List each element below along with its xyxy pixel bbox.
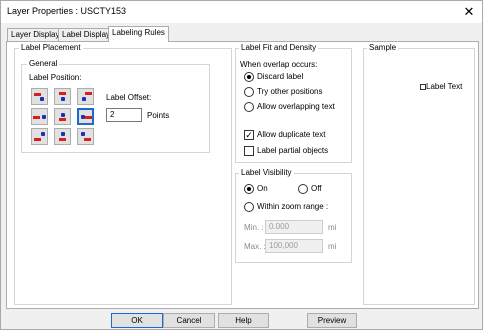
preview-button[interactable]: Preview: [307, 313, 357, 328]
label-marker-icon: [33, 116, 40, 119]
min-zoom-input[interactable]: 0.000: [265, 220, 323, 234]
label-marker-icon: [59, 138, 66, 141]
point-marker-icon: [61, 97, 65, 101]
point-marker-icon: [40, 97, 44, 101]
label-visibility-heading: Label Visibility: [239, 168, 294, 178]
allow-duplicate-checkbox[interactable]: ✓: [244, 130, 254, 140]
offset-unit-label: Points: [147, 111, 170, 120]
position-bottom-right-button[interactable]: [77, 128, 94, 145]
discard-label-text: Discard label: [257, 72, 304, 81]
layer-properties-dialog: Layer Properties : USCTY153 ✕ Layer Disp…: [0, 0, 483, 330]
tab-labeling-rules[interactable]: Labeling Rules: [108, 26, 169, 42]
min-unit-label: mi: [328, 223, 337, 232]
tab-label-display[interactable]: Label Display: [58, 28, 115, 41]
allow-overlapping-text: Allow overlapping text: [257, 102, 335, 111]
label-placement-heading: Label Placement: [19, 43, 83, 53]
overlap-caption: When overlap occurs:: [240, 60, 318, 69]
try-other-positions-text: Try other positions: [257, 87, 323, 96]
visibility-on-text: On: [257, 184, 268, 193]
visibility-on-radio[interactable]: [244, 184, 254, 194]
label-marker-icon: [85, 92, 92, 95]
label-offset-caption: Label Offset:: [106, 93, 152, 102]
label-fit-density-heading: Label Fit and Density: [239, 43, 319, 53]
label-offset-input[interactable]: 2: [106, 108, 142, 122]
position-top-left-button[interactable]: [31, 88, 48, 105]
point-marker-icon: [61, 132, 65, 136]
within-zoom-range-radio[interactable]: [244, 202, 254, 212]
position-top-center-button[interactable]: [54, 88, 71, 105]
point-marker-icon: [41, 132, 45, 136]
window-title: Layer Properties : USCTY153: [7, 6, 127, 16]
within-zoom-range-text: Within zoom range :: [257, 202, 329, 211]
sample-heading: Sample: [367, 43, 399, 53]
point-marker-icon: [61, 113, 65, 117]
ok-button[interactable]: OK: [111, 313, 163, 328]
max-zoom-input[interactable]: 100,000: [265, 239, 323, 253]
title-bar: Layer Properties : USCTY153 ✕: [1, 1, 482, 23]
discard-label-radio[interactable]: [244, 72, 254, 82]
min-caption: Min. :: [244, 223, 264, 232]
visibility-off-radio[interactable]: [298, 184, 308, 194]
tab-panel: Label Placement General Label Position:: [6, 41, 479, 309]
position-center-button[interactable]: [54, 108, 71, 125]
help-button[interactable]: Help: [218, 313, 269, 328]
tab-layer-display[interactable]: Layer Display: [7, 28, 64, 41]
max-caption: Max. :: [244, 242, 266, 251]
try-other-positions-radio[interactable]: [244, 87, 254, 97]
position-left-button[interactable]: [31, 108, 48, 125]
cancel-button[interactable]: Cancel: [163, 313, 215, 328]
label-partial-checkbox[interactable]: [244, 146, 254, 156]
position-bottom-center-button[interactable]: [54, 128, 71, 145]
position-top-right-button[interactable]: [77, 88, 94, 105]
position-right-button[interactable]: [77, 108, 94, 125]
label-marker-icon: [34, 93, 41, 96]
label-partial-text: Label partial objects: [257, 146, 329, 155]
label-marker-icon: [85, 116, 92, 119]
general-heading: General: [27, 59, 60, 69]
label-marker-icon: [59, 118, 66, 121]
point-marker-icon: [82, 97, 86, 101]
point-marker-icon: [42, 115, 46, 119]
visibility-off-text: Off: [311, 184, 322, 193]
label-marker-icon: [59, 92, 66, 95]
label-marker-icon: [84, 138, 91, 141]
close-icon[interactable]: ✕: [461, 4, 477, 20]
max-unit-label: mi: [328, 242, 337, 251]
allow-overlapping-radio[interactable]: [244, 102, 254, 112]
point-marker-icon: [81, 132, 85, 136]
label-position-caption: Label Position:: [29, 73, 82, 82]
sample-label-text: Label Text: [426, 82, 463, 91]
label-marker-icon: [34, 138, 41, 141]
allow-duplicate-text: Allow duplicate text: [257, 130, 326, 139]
position-bottom-left-button[interactable]: [31, 128, 48, 145]
